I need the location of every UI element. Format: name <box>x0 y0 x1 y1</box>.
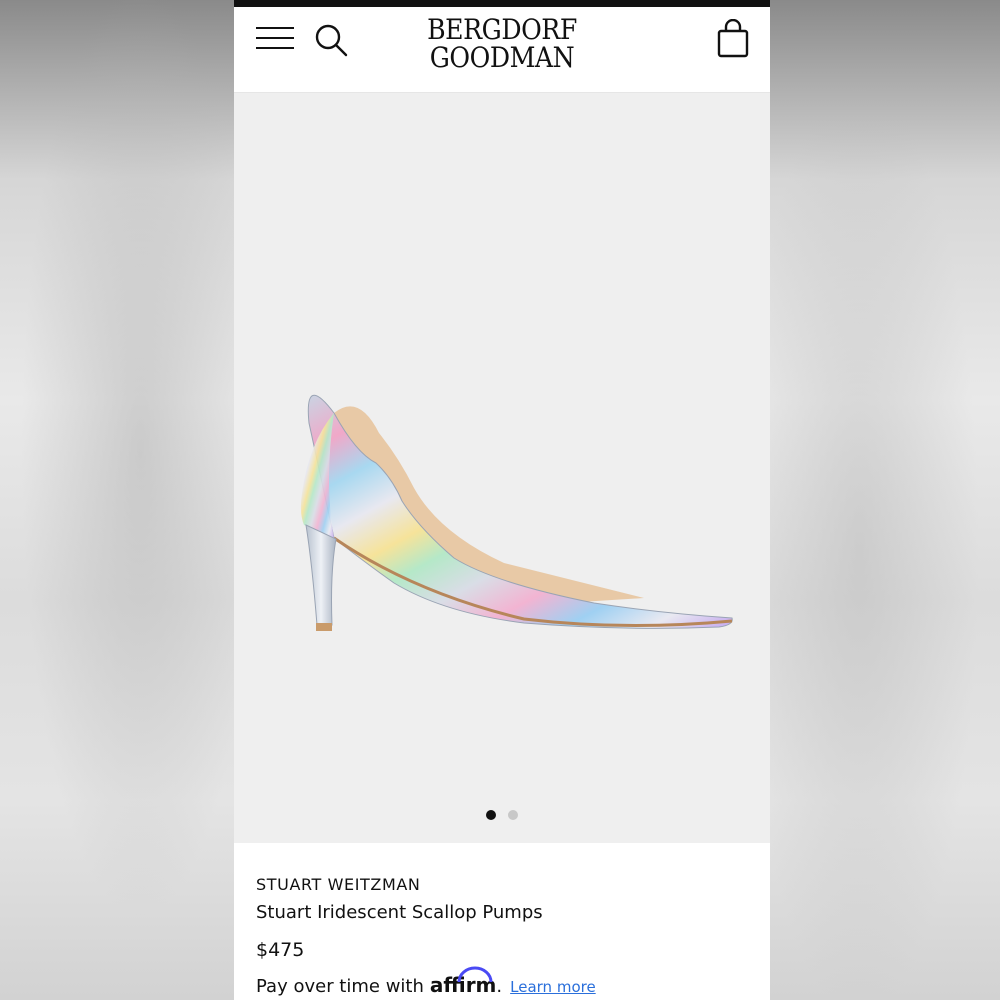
affirm-financing-line: Pay over time with affirm . Learn more <box>256 966 748 997</box>
product-image-shoe <box>300 394 733 631</box>
affirm-arc-icon <box>457 966 493 983</box>
affirm-logo: affirm <box>430 966 496 997</box>
status-bar <box>234 0 770 7</box>
pay-over-time-text: Pay over time with <box>256 976 424 997</box>
product-name: Stuart Iridescent Scallop Pumps <box>256 902 543 923</box>
gallery-pagination <box>234 810 770 820</box>
learn-more-link[interactable]: Learn more <box>510 978 596 996</box>
blurred-background-right <box>766 0 1000 1000</box>
shopping-bag-icon[interactable] <box>716 19 750 59</box>
gallery-dot-2[interactable] <box>508 810 518 820</box>
logo-line-2: GOODMAN <box>429 41 575 74</box>
affirm-punctuation: . <box>496 976 503 997</box>
mobile-page: BERGDORF GOODMAN STUART WEITZMAN Stuart … <box>234 0 770 1000</box>
product-info: STUART WEITZMAN Stuart Iridescent Scallo… <box>234 843 770 997</box>
blurred-background-left <box>0 0 234 1000</box>
gallery-dot-1[interactable] <box>486 810 496 820</box>
product-price: $475 <box>256 939 305 961</box>
logo-line-1: BERGDORF <box>427 13 577 46</box>
site-logo[interactable]: BERGDORF GOODMAN <box>234 16 770 72</box>
product-brand[interactable]: STUART WEITZMAN <box>256 875 748 894</box>
product-image-gallery[interactable] <box>234 93 770 843</box>
site-header: BERGDORF GOODMAN <box>234 7 770 93</box>
